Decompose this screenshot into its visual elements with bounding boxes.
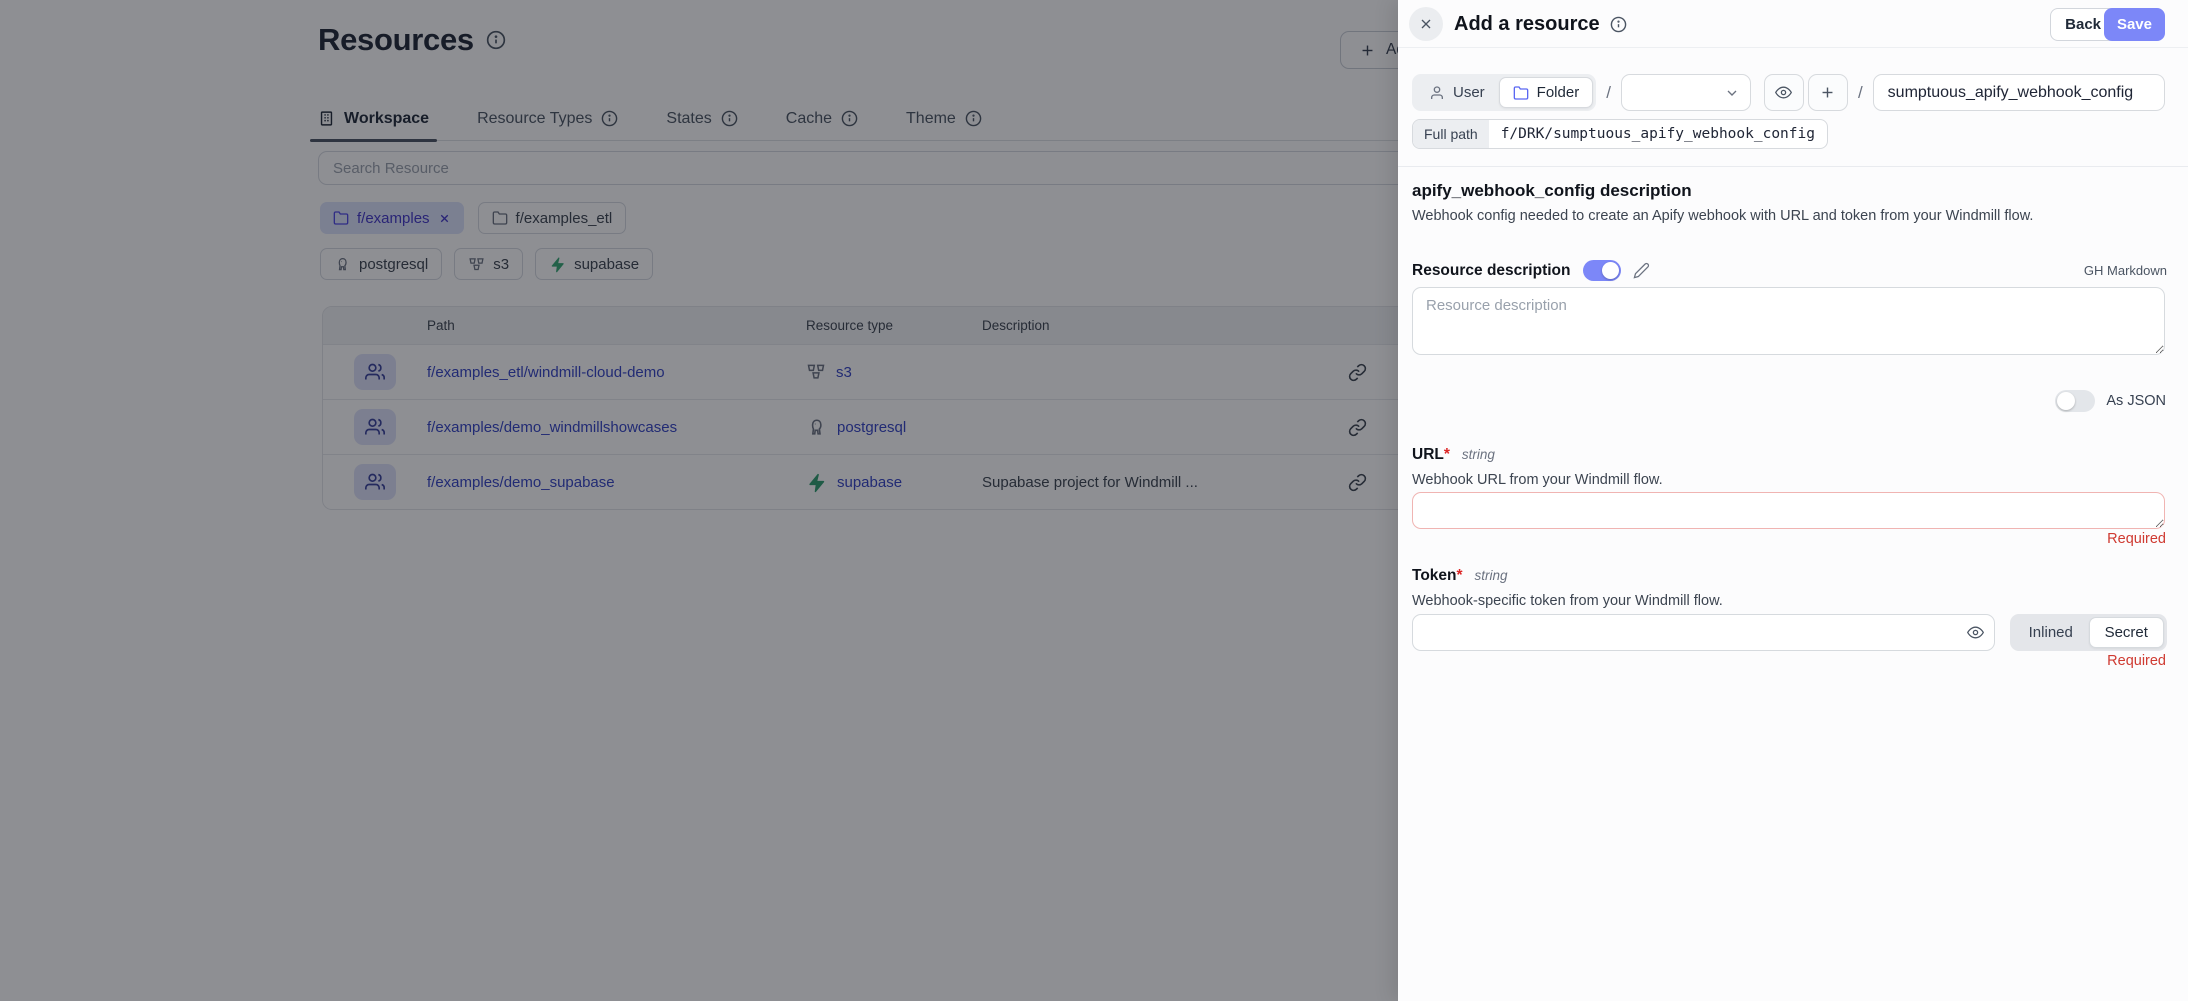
field-type: string [1462, 447, 1495, 462]
close-icon[interactable] [1409, 7, 1443, 41]
resource-name-input[interactable] [1873, 74, 2165, 111]
required-star: * [1444, 446, 1450, 463]
path-separator: / [1858, 83, 1863, 103]
token-storage-secret[interactable]: Secret [2089, 617, 2165, 648]
required-star: * [1457, 567, 1463, 584]
markdown-hint: GH Markdown [2084, 263, 2167, 278]
new-folder-button[interactable] [1808, 74, 1848, 111]
field-name: URL* [1412, 446, 1450, 464]
field-type: string [1475, 568, 1508, 583]
folder-icon [1513, 85, 1529, 101]
save-button[interactable]: Save [2104, 8, 2165, 41]
token-storage-inlined[interactable]: Inlined [2013, 617, 2089, 648]
token-input-row: Inlined Secret [1412, 614, 2167, 651]
schema-description: Webhook config needed to create an Apify… [1412, 208, 2033, 224]
drawer-backdrop[interactable] [0, 0, 1398, 1001]
divider [1398, 166, 2188, 167]
schema-heading: apify_webhook_config description [1412, 181, 1692, 201]
description-toggle[interactable] [1583, 260, 1621, 281]
user-icon [1429, 85, 1445, 101]
as-json-label: As JSON [2106, 393, 2166, 409]
owner-kind-folder[interactable]: Folder [1499, 77, 1594, 108]
field-name: Token* [1412, 567, 1463, 585]
owner-kind-user[interactable]: User [1415, 77, 1499, 108]
eye-icon[interactable] [1967, 624, 1984, 641]
full-path-value: f/DRK/sumptuous_apify_webhook_config [1489, 120, 1827, 148]
url-input[interactable] [1412, 492, 2165, 529]
path-separator: / [1606, 83, 1611, 103]
url-field-label-row: URL* string [1412, 446, 1495, 464]
url-required-message: Required [2107, 531, 2166, 547]
full-path-label: Full path [1413, 120, 1489, 148]
token-input[interactable] [1412, 614, 1995, 651]
token-required-message: Required [2107, 653, 2166, 669]
folder-select[interactable] [1621, 74, 1751, 111]
as-json-toggle[interactable] [2055, 390, 2095, 412]
info-icon[interactable] [1610, 16, 1627, 33]
add-resource-drawer: Add a resource Back Save User Folder / /… [1398, 0, 2188, 1001]
token-storage-toggle: Inlined Secret [2010, 614, 2167, 651]
path-builder-row: User Folder / / [1412, 74, 2165, 111]
pencil-icon[interactable] [1633, 262, 1650, 279]
resource-description-label: Resource description [1412, 262, 1571, 280]
view-folder-button[interactable] [1764, 74, 1804, 111]
token-field-description: Webhook-specific token from your Windmil… [1412, 593, 1723, 609]
url-field-description: Webhook URL from your Windmill flow. [1412, 472, 1663, 488]
owner-kind-toggle: User Folder [1412, 74, 1596, 111]
drawer-header: Add a resource Back Save [1398, 0, 2188, 48]
resource-description-row: Resource description GH Markdown [1412, 260, 2167, 281]
as-json-row: As JSON [2055, 390, 2166, 412]
token-field-label-row: Token* string [1412, 567, 1508, 585]
full-path: Full path f/DRK/sumptuous_apify_webhook_… [1412, 119, 1828, 149]
drawer-title: Add a resource [1454, 13, 1600, 36]
resource-description-input[interactable] [1412, 287, 2165, 355]
